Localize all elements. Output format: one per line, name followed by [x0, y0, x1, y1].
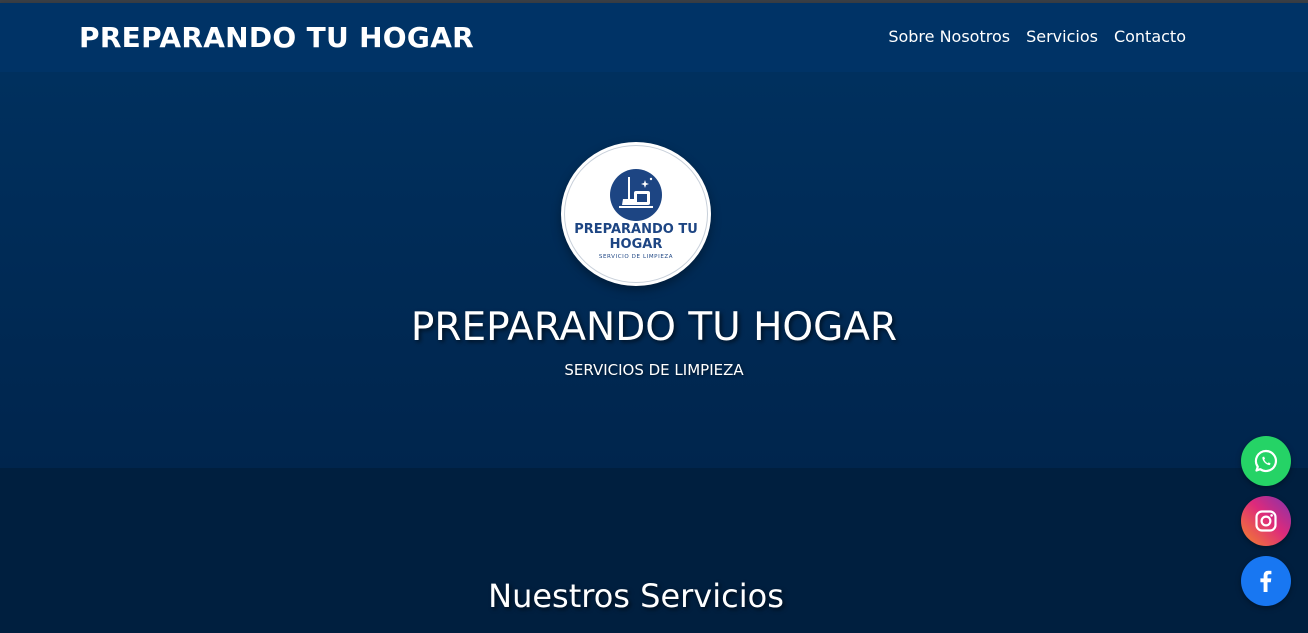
facebook-icon [1260, 570, 1272, 592]
hero-subtitle: SERVICIOS DE LIMPIEZA [564, 361, 744, 379]
nav-link-sobre-nosotros[interactable]: Sobre Nosotros [888, 27, 1010, 46]
whatsapp-button[interactable] [1241, 436, 1291, 486]
facebook-button[interactable] [1241, 556, 1291, 606]
instagram-icon [1255, 510, 1277, 532]
company-logo: PREPARANDO TU HOGAR SERVICIO DE LIMPIEZA [561, 142, 711, 286]
logo-text-line2: HOGAR [609, 237, 663, 252]
whatsapp-icon [1254, 449, 1277, 473]
main-nav: Sobre Nosotros Servicios Contacto [888, 27, 1186, 46]
site-header: PREPARANDO TU HOGAR Sobre Nosotros Servi… [0, 3, 1308, 72]
hero-title: PREPARANDO TU HOGAR [410, 305, 898, 350]
site-brand[interactable]: PREPARANDO TU HOGAR [79, 21, 474, 54]
cleaning-bucket-mop-icon [610, 169, 662, 221]
services-heading: Nuestros Servicios [488, 577, 784, 615]
nav-link-contacto[interactable]: Contacto [1114, 27, 1186, 46]
services-section: Nuestros Servicios [0, 468, 1308, 633]
logo-tagline: SERVICIO DE LIMPIEZA [598, 254, 674, 260]
logo-text-line1: PREPARANDO TU [574, 222, 698, 237]
instagram-button[interactable] [1241, 496, 1291, 546]
hero-section: PREPARANDO TU HOGAR SERVICIO DE LIMPIEZA… [0, 72, 1308, 468]
nav-link-servicios[interactable]: Servicios [1026, 27, 1098, 46]
